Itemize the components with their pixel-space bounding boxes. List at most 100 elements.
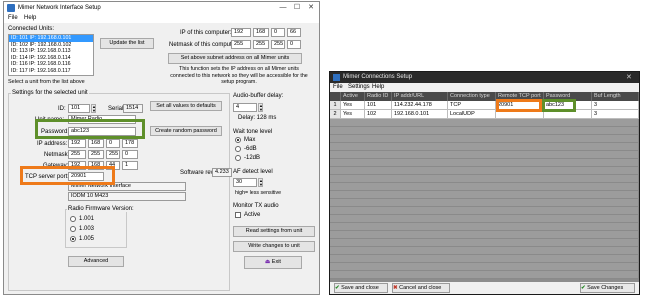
firmware-radio-1001[interactable] [70, 216, 76, 222]
wait-tone-radio-max[interactable] [235, 137, 241, 143]
exit-button[interactable]: ⏏ Exit [244, 256, 302, 269]
grid-cell[interactable]: 3 [592, 101, 639, 110]
netmask-octet[interactable]: 255 [88, 150, 104, 159]
maximize-icon[interactable]: ☐ [290, 2, 304, 14]
grid-header[interactable]: Buf Length [592, 92, 639, 101]
empty-row [330, 215, 639, 223]
grid-header [330, 92, 341, 101]
unit-list-item[interactable]: ID: 117 IP: 192.168.0.117 [9, 68, 93, 75]
netmask-computer-octet[interactable]: 255 [271, 40, 285, 49]
ip-address-label: IP address: [37, 141, 68, 147]
update-list-button[interactable]: Update the list [100, 38, 154, 49]
netmask-octet[interactable]: 255 [106, 150, 120, 159]
grid-cell[interactable]: Yes [341, 101, 365, 110]
grid-header[interactable]: Radio ID [365, 92, 392, 101]
netmask-computer-octet[interactable]: 255 [253, 40, 269, 49]
exit-button-label: Exit [271, 259, 281, 265]
advanced-button[interactable]: Advanced [68, 256, 124, 267]
id-spinner[interactable]: ▲ ▼ [91, 104, 96, 113]
grid-cell[interactable]: 102 [365, 110, 392, 119]
firmware-radio-1003[interactable] [70, 226, 76, 232]
audio-delay-field[interactable]: 4 [233, 103, 257, 112]
row-number[interactable]: 2 [330, 110, 341, 119]
password-highlight [35, 119, 145, 139]
create-password-button[interactable]: Create random password [150, 126, 222, 136]
connections-window: Mimer Connections Setup ✕ File Settings … [329, 71, 640, 295]
wait-tone-radio-6db[interactable] [235, 146, 241, 152]
gateway-octet[interactable]: 1 [122, 161, 138, 170]
grid-cell[interactable]: 192.168.0.101 [392, 110, 448, 119]
ip-computer-octet[interactable]: 168 [253, 28, 269, 37]
empty-row [330, 175, 639, 183]
set-defaults-button[interactable]: Set all values to defaults [150, 101, 222, 111]
ip-address-octet[interactable]: 178 [122, 139, 138, 148]
empty-row [330, 183, 639, 191]
netmask-octet[interactable]: 0 [122, 150, 138, 159]
af-detect-label: AF detect level [233, 169, 273, 175]
grid-cell[interactable]: 114.232.44.178 [392, 101, 448, 110]
grid-header[interactable]: Connection type [448, 92, 496, 101]
ip-computer-label: IP of this computer: [180, 30, 232, 36]
connected-units-list[interactable]: ID: 101 IP: 192.168.0.101 ID: 102 IP: 19… [8, 34, 94, 76]
firmware-radio-1005[interactable] [70, 236, 76, 242]
empty-row [330, 247, 639, 255]
wait-tone-option-label: -12dB [244, 155, 261, 161]
setup-titlebar: Mimer Network Interface Setup — ☐ ✕ [4, 2, 319, 14]
menu-settings[interactable]: Settings [348, 83, 370, 92]
grid-cell[interactable]: Yes [341, 110, 365, 119]
netmask-computer-octet[interactable]: 255 [231, 40, 251, 49]
menu-file[interactable]: File [8, 14, 18, 23]
cancel-close-label: Cancel and close [399, 285, 442, 291]
firmware-option-label: 1.003 [79, 226, 95, 232]
id-field[interactable]: 101 [68, 104, 90, 113]
grid-cell[interactable]: TCP [448, 101, 496, 110]
connections-grid: Active Radio ID IP addr/URL Connection t… [330, 92, 639, 282]
empty-row [330, 231, 639, 239]
save-changes-button[interactable]: ✔ Save Changes [580, 283, 635, 293]
monitor-label: Monitor TX audio [233, 203, 279, 209]
audio-delay-spinner[interactable]: ▲ ▼ [258, 103, 263, 112]
ip-address-octet[interactable]: 192 [68, 139, 86, 148]
empty-row [330, 167, 639, 175]
wait-tone-radio-12db[interactable] [235, 155, 241, 161]
connections-menubar: File Settings Help [330, 83, 639, 92]
menu-file[interactable]: File [333, 83, 343, 92]
settings-group-label: Settings for the selected unit [11, 90, 89, 96]
read-settings-button[interactable]: Read settings from unit [233, 226, 315, 237]
grid-header[interactable]: Active [341, 92, 365, 101]
write-changes-button[interactable]: Write changes to unit [233, 241, 315, 252]
app-icon [7, 4, 15, 12]
minimize-icon[interactable]: — [276, 2, 290, 14]
ip-computer-octet[interactable]: 66 [287, 28, 301, 37]
firmware-option-label: 1.005 [79, 236, 95, 242]
netmask-label: Netmask: [44, 152, 70, 158]
ip-address-octet[interactable]: 168 [88, 139, 104, 148]
monitor-active-checkbox[interactable] [235, 212, 241, 218]
grid-header[interactable]: IP addr/URL [392, 92, 448, 101]
empty-row [330, 255, 639, 263]
checkmark-icon: ✔ [335, 285, 340, 291]
set-subnet-button[interactable]: Set above subnet address on all Mimer un… [168, 53, 302, 64]
grid-cell[interactable]: 3 [592, 110, 639, 119]
ip-computer-octet[interactable]: 192 [231, 28, 251, 37]
menu-help[interactable]: Help [24, 14, 36, 23]
grid-cell[interactable]: 101 [365, 101, 392, 110]
serial-field: 1514 [123, 104, 143, 113]
grid-cell[interactable]: LocalUDP [448, 110, 496, 119]
empty-row [330, 239, 639, 247]
row-number[interactable]: 1 [330, 101, 341, 110]
empty-row [330, 199, 639, 207]
ip-address-octet[interactable]: 0 [106, 139, 120, 148]
close-icon[interactable]: ✕ [304, 2, 318, 14]
ip-computer-octet[interactable]: 0 [271, 28, 285, 37]
netmask-computer-octet[interactable]: 0 [287, 40, 301, 49]
cancel-close-button[interactable]: ✖ Cancel and close [392, 283, 450, 293]
save-close-button[interactable]: ✔ Save and close [334, 283, 388, 293]
close-icon[interactable]: ✕ [626, 72, 632, 83]
af-detect-spinner[interactable]: ▲ ▼ [258, 178, 263, 187]
menu-help[interactable]: Help [372, 83, 384, 92]
password-cell-highlight [542, 99, 576, 112]
af-detect-field[interactable]: 30 [233, 178, 257, 187]
empty-row [330, 127, 639, 135]
netmask-octet[interactable]: 255 [68, 150, 86, 159]
